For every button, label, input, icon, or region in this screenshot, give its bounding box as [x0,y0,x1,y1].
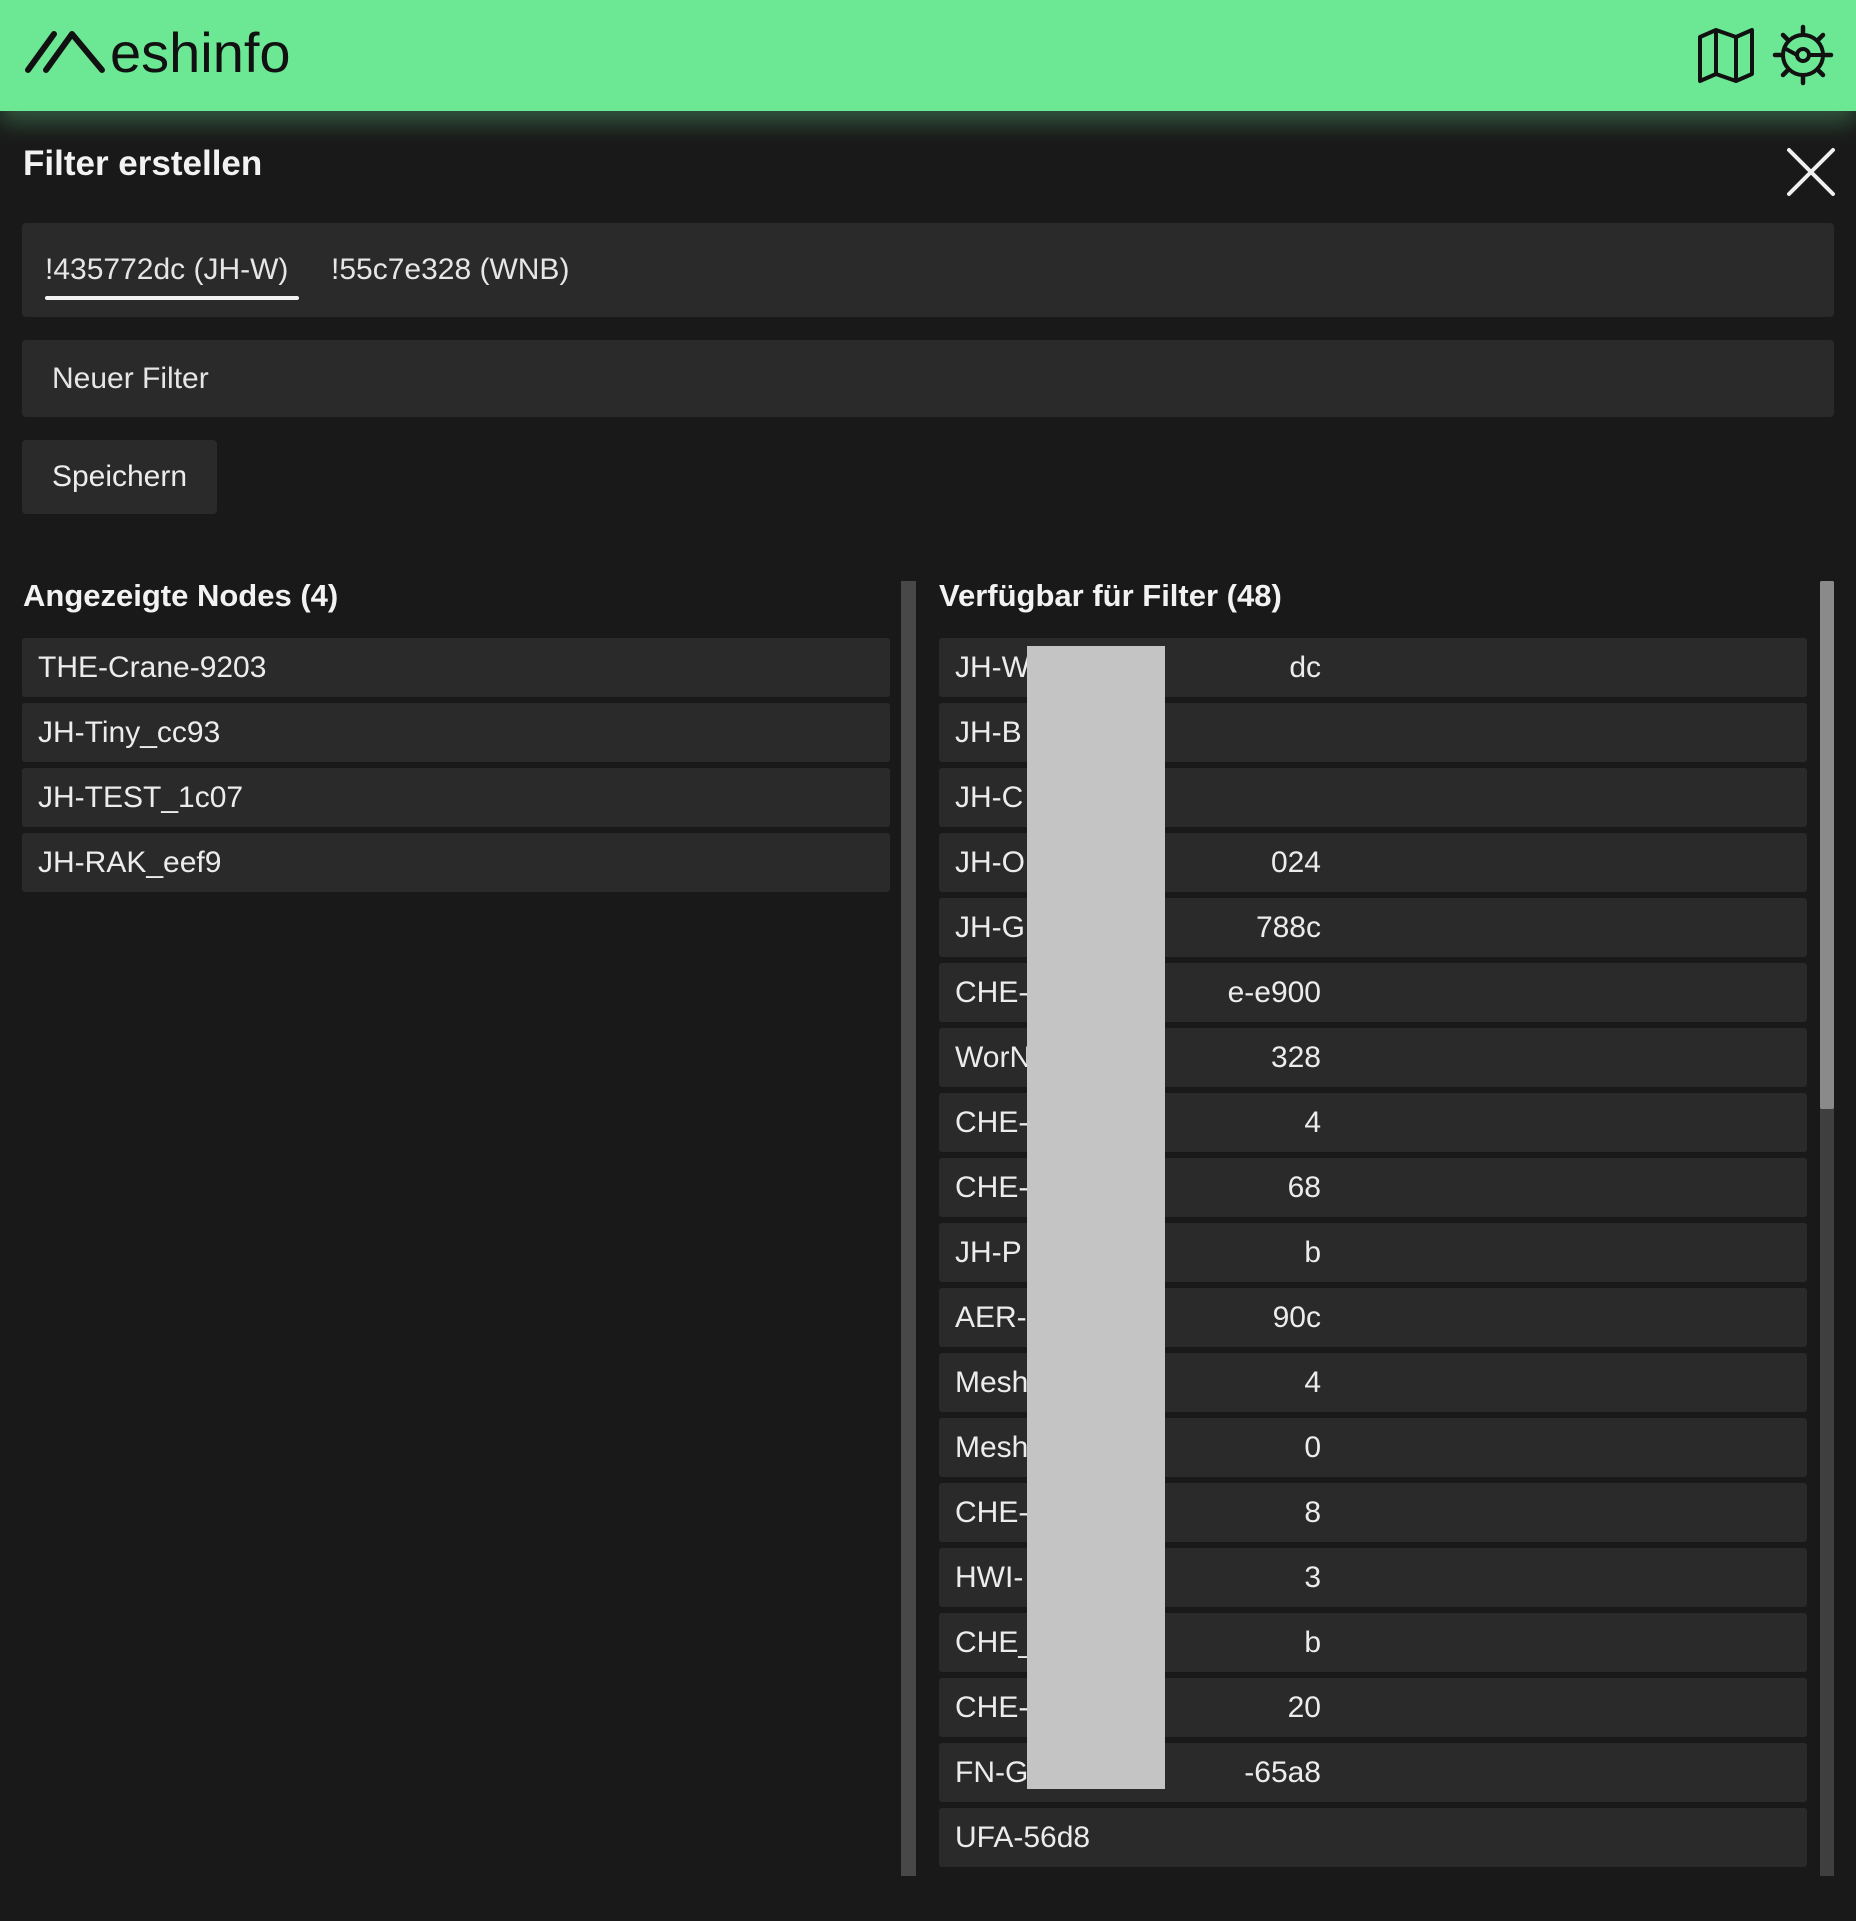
node-name-end: 20 [1287,1691,1321,1724]
tab-node-wnb[interactable]: !55c7e328 (WNB) [331,223,569,317]
tab-node-jh-w[interactable]: !435772dc (JH-W) [45,223,299,317]
node-name-end: 4 [1304,1106,1321,1139]
node-name-end: -65a8 [1244,1756,1321,1789]
node-name-start: JH-B [955,716,1022,749]
logo-m-icon [25,31,105,73]
node-name-end: 788c [1255,911,1321,944]
node-name-end: e-e900 [1227,976,1321,1009]
scrollbar-thumb[interactable] [1820,581,1834,1109]
node-name-end: 68 [1287,1171,1321,1204]
filter-name-input[interactable] [22,340,1834,417]
node-name-end: 0 [1304,1431,1321,1464]
node-name-end: 3 [1304,1561,1321,1594]
map-icon[interactable] [1695,24,1757,86]
app-name: eshinfo [110,21,291,84]
redaction-overlay [1027,646,1165,1789]
scrollbar[interactable] [1820,581,1834,1876]
node-name-end: b [1304,1236,1321,1269]
gear-icon[interactable] [1772,24,1834,86]
node-name-end: 4 [1304,1366,1321,1399]
node-name-start: UFA-56d8 [955,1821,1091,1854]
save-button[interactable]: Speichern [22,440,217,514]
node-name-end: b [1304,1626,1321,1659]
column-divider[interactable] [901,581,916,1876]
close-icon[interactable] [1783,144,1839,200]
top-bar: eshinfo [0,0,1856,111]
list-item[interactable]: JH-TEST_1c07 [22,768,890,827]
list-item[interactable]: THE-Crane-9203 [22,638,890,697]
node-name-end: 024 [1270,846,1321,879]
node-name-end: dc [1289,651,1321,684]
list-item[interactable]: UFA-56d8 [939,1808,1807,1867]
node-name-end: 328 [1270,1041,1321,1074]
panel-title: Filter erstellen [23,144,263,183]
displayed-nodes-title: Angezeigte Nodes (4) [23,578,339,613]
node-tabs: !435772dc (JH-W) !55c7e328 (WNB) [22,223,1834,317]
node-name-end: 90c [1272,1301,1321,1334]
app-logo[interactable]: eshinfo [24,22,291,84]
node-name-start: JH-C [955,781,1024,814]
list-item[interactable]: JH-Tiny_cc93 [22,703,890,762]
list-item[interactable]: JH-RAK_eef9 [22,833,890,892]
node-name-end: 8 [1304,1496,1321,1529]
displayed-nodes-list: THE-Crane-9203 JH-Tiny_cc93 JH-TEST_1c07… [22,638,890,898]
available-nodes-title: Verfügbar für Filter (48) [939,578,1282,613]
